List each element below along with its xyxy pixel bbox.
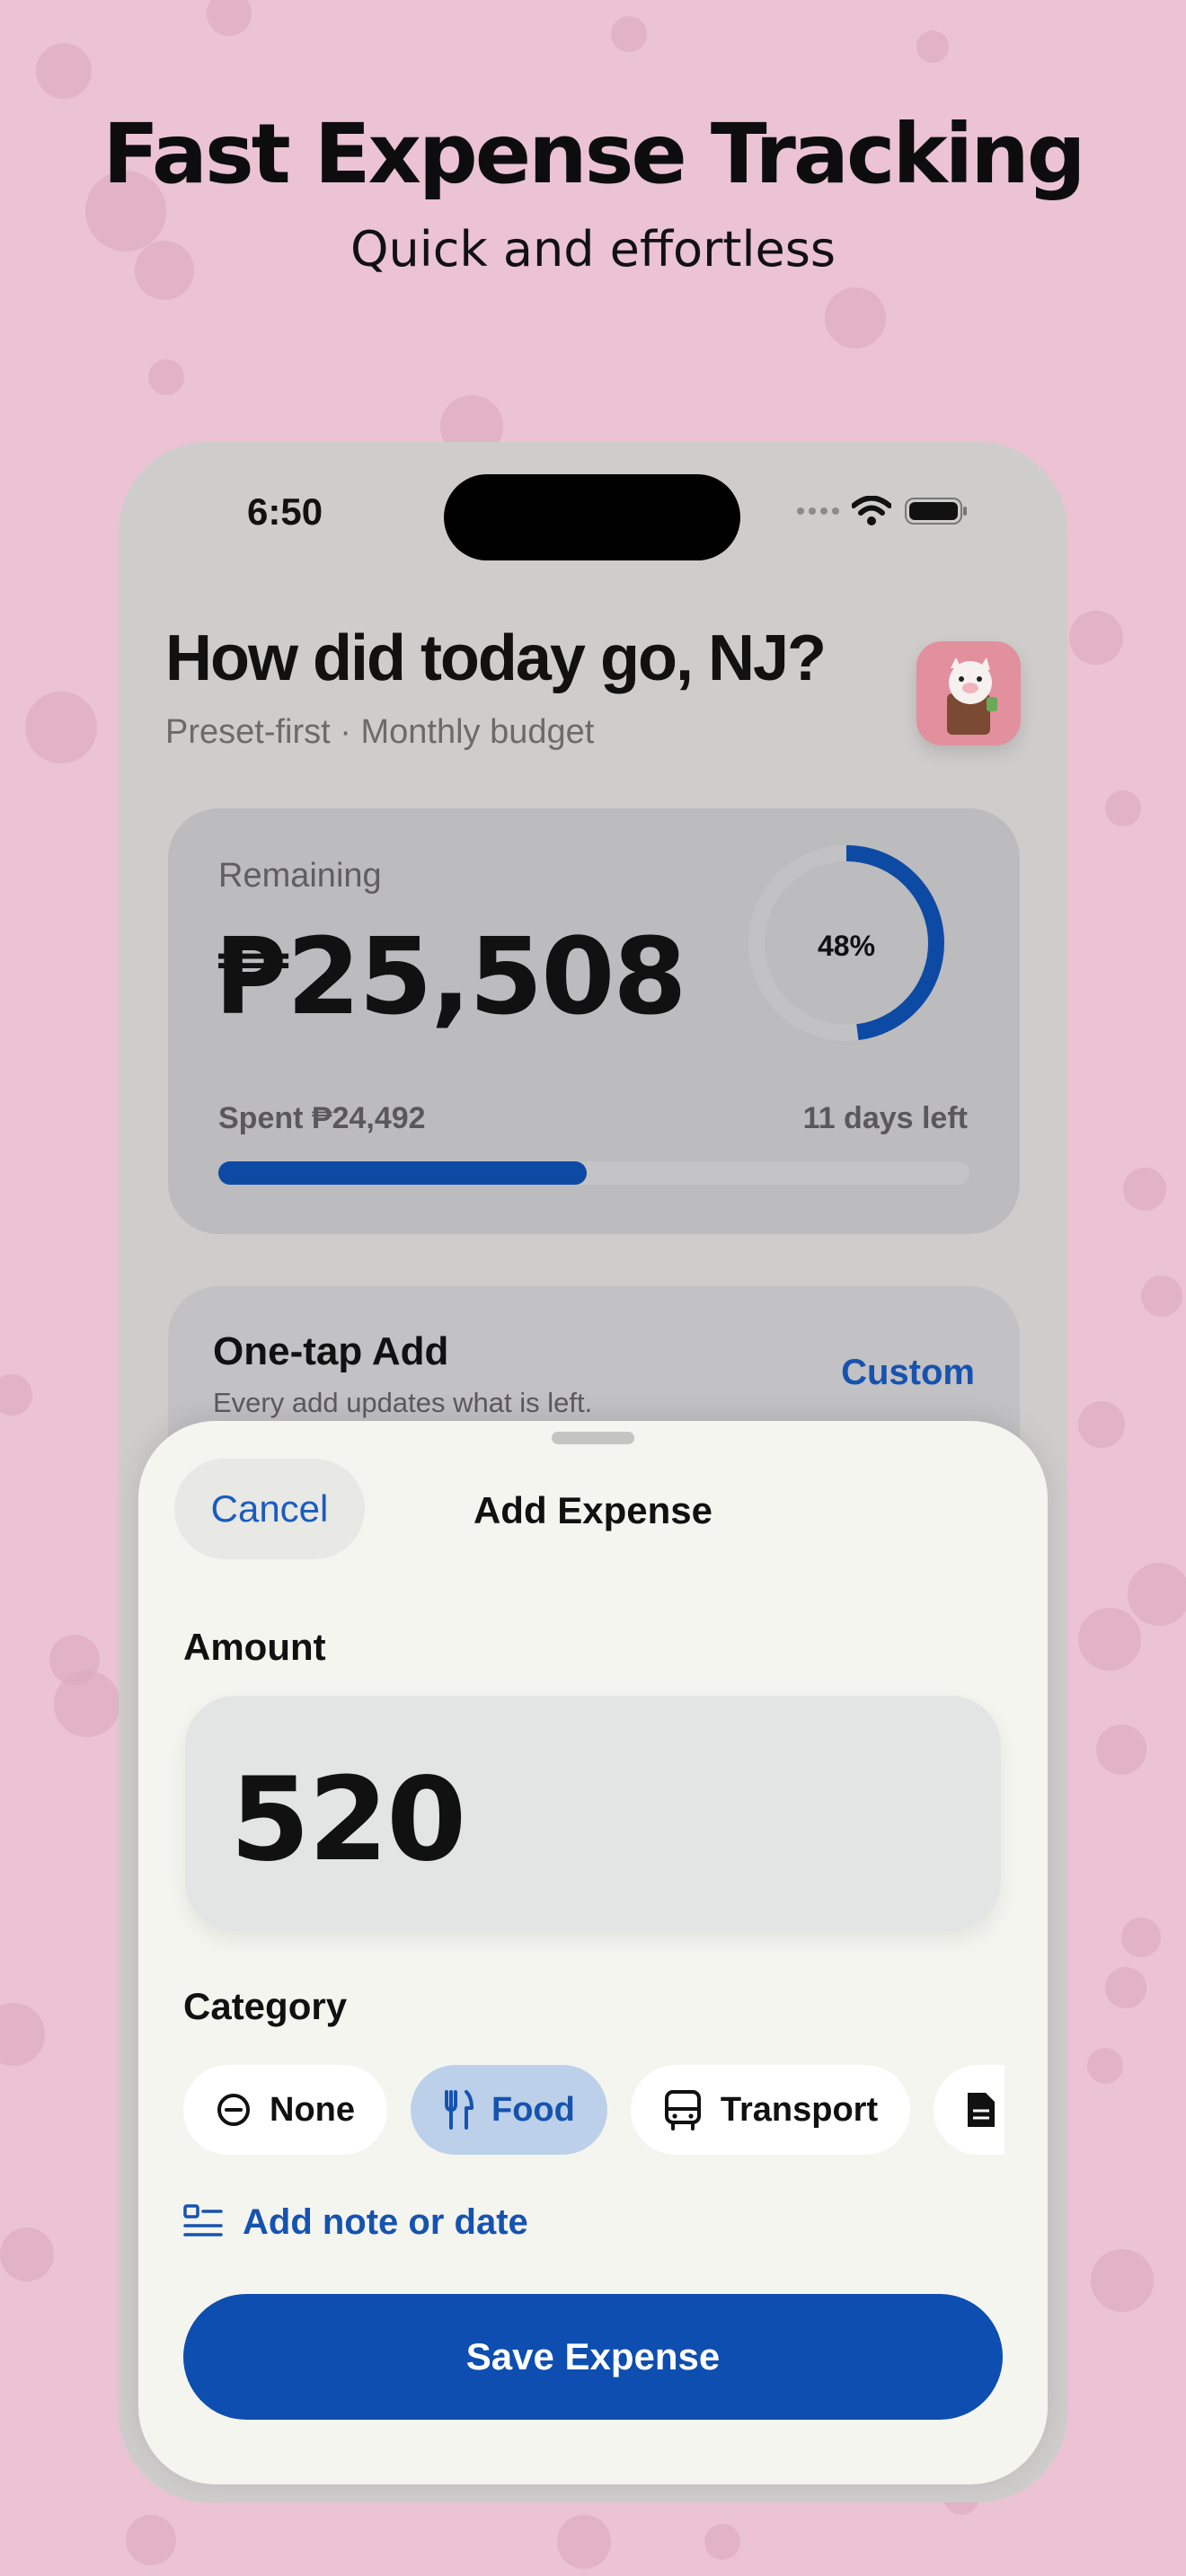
custom-button[interactable]: Custom [841, 1353, 975, 1393]
bus-icon [663, 2089, 703, 2130]
document-icon [966, 2091, 996, 2129]
status-icons [797, 496, 969, 526]
one-tap-subtitle: Every add updates what is left. [213, 1387, 593, 1418]
promo-headline: Fast Expense Tracking [102, 106, 1085, 202]
budget-progress-fill [218, 1161, 587, 1185]
greeting-subtitle: Preset-first · Monthly budget [165, 713, 595, 751]
category-chips[interactable]: None Food Transport [183, 2060, 1005, 2159]
category-chip-none[interactable]: None [183, 2065, 387, 2155]
sheet-title: Add Expense [473, 1489, 713, 1531]
category-chip-label: None [270, 2090, 355, 2129]
one-tap-title: One-tap Add [213, 1329, 449, 1373]
dynamic-island [444, 474, 740, 560]
category-chip-label: Food [491, 2090, 575, 2129]
minus-circle-icon [216, 2092, 252, 2128]
note-list-icon [183, 2202, 223, 2243]
remaining-amount: ₱25,508 [215, 914, 686, 1038]
sheet-grabber[interactable] [552, 1432, 634, 1444]
status-time: 6:50 [247, 490, 323, 533]
category-chip-bills[interactable] [934, 2065, 1005, 2155]
category-chip-transport[interactable]: Transport [630, 2065, 911, 2155]
greeting-title: How did today go, NJ? [165, 622, 827, 694]
fork-knife-icon [443, 2090, 474, 2130]
budget-progress-bar [218, 1161, 969, 1185]
save-expense-button[interactable]: Save Expense [183, 2294, 1003, 2420]
days-left: 11 days left [802, 1101, 968, 1135]
add-note-label: Add note or date [243, 2202, 528, 2242]
amount-label: Amount [183, 1626, 326, 1668]
category-label: Category [183, 1985, 348, 2027]
pig-mascot-icon [947, 657, 997, 735]
remaining-label: Remaining [218, 857, 382, 895]
budget-card: Remaining ₱25,508 48% Spent ₱24,492 11 d… [168, 808, 1020, 1234]
category-chip-food[interactable]: Food [411, 2065, 607, 2155]
battery-icon [905, 498, 967, 525]
avatar[interactable] [916, 641, 1021, 745]
signal-icon [797, 507, 839, 515]
wifi-icon [852, 496, 891, 525]
budget-ring-label: 48% [818, 930, 875, 962]
budget-ring: 48% [748, 845, 944, 1041]
add-expense-sheet: Cancel Add Expense Amount 520 Category N… [138, 1421, 1048, 2484]
amount-field[interactable]: 520 [185, 1696, 1001, 1931]
category-chip-label: Transport [720, 2090, 879, 2129]
spent-amount: Spent ₱24,492 [218, 1101, 426, 1135]
add-note-button[interactable]: Add note or date [183, 2202, 528, 2243]
amount-value: 520 [230, 1753, 466, 1887]
promo-subheadline: Quick and effortless [350, 221, 836, 278]
